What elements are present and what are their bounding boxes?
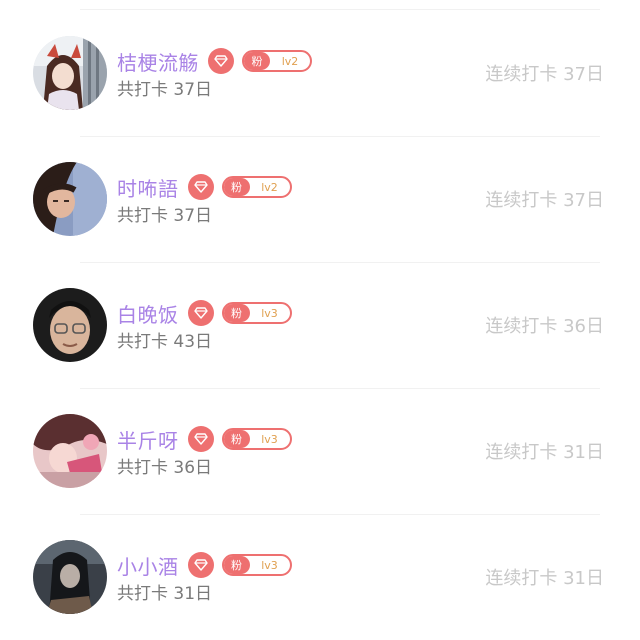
total-checkin: 共打卡 31日 (117, 584, 213, 604)
fan-level: lv3 (261, 558, 278, 572)
streak-checkin: 连续打卡 31日 (485, 442, 604, 463)
user-name[interactable]: 小小酒 (117, 551, 179, 580)
user-name[interactable]: 桔梗流觞 (117, 47, 199, 76)
name-line: 时咘語 粉 lv2 (117, 172, 292, 202)
streak-checkin: 连续打卡 37日 (485, 64, 604, 85)
avatar[interactable] (33, 540, 107, 614)
fan-badge: 粉 lv2 (221, 176, 292, 198)
name-line: 桔梗流觞 粉 lv2 (117, 46, 312, 76)
name-line: 半斤呀 粉 lv3 (117, 424, 292, 454)
user-name[interactable]: 半斤呀 (117, 425, 179, 454)
total-checkin: 共打卡 43日 (117, 332, 213, 352)
fan-label: 粉 (244, 52, 270, 70)
list-item[interactable]: 桔梗流觞 粉 lv2 共打卡 37日 连续打卡 37日 (0, 10, 640, 136)
streak-checkin: 连续打卡 36日 (485, 316, 604, 337)
name-line: 白晚饭 粉 lv3 (117, 298, 292, 328)
diamond-icon (187, 426, 214, 452)
fan-level: lv3 (261, 306, 278, 320)
fan-label: 粉 (223, 556, 250, 574)
total-checkin: 共打卡 36日 (117, 458, 213, 478)
streak-checkin: 连续打卡 31日 (485, 568, 604, 589)
diamond-icon (208, 48, 234, 74)
avatar[interactable] (33, 36, 107, 110)
user-name[interactable]: 时咘語 (117, 173, 179, 202)
diamond-icon (187, 300, 214, 326)
user-name[interactable]: 白晚饭 (117, 299, 179, 328)
fan-badge: 粉 lv3 (221, 554, 292, 576)
fan-label: 粉 (223, 304, 250, 322)
fan-badge: 粉 lv2 (242, 50, 312, 72)
fan-label: 粉 (223, 430, 250, 448)
avatar[interactable] (33, 288, 107, 362)
diamond-icon (187, 174, 214, 200)
list-item[interactable]: 白晚饭 粉 lv3 共打卡 43日 连续打卡 36日 (0, 262, 640, 388)
diamond-icon (187, 552, 214, 578)
fan-label: 粉 (223, 178, 250, 196)
fan-level: lv2 (261, 180, 278, 194)
checkin-leaderboard-list: 桔梗流觞 粉 lv2 共打卡 37日 连续打卡 37日 时咘語 粉 lv2 共打… (0, 0, 640, 630)
list-item[interactable]: 小小酒 粉 lv3 共打卡 31日 连续打卡 31日 (0, 514, 640, 640)
avatar[interactable] (33, 414, 107, 488)
fan-level: lv2 (281, 54, 299, 68)
list-item[interactable]: 半斤呀 粉 lv3 共打卡 36日 连续打卡 31日 (0, 388, 640, 514)
fan-badge: 粉 lv3 (221, 302, 292, 324)
total-checkin: 共打卡 37日 (117, 80, 213, 100)
list-item[interactable]: 时咘語 粉 lv2 共打卡 37日 连续打卡 37日 (0, 136, 640, 262)
name-line: 小小酒 粉 lv3 (117, 550, 292, 580)
fan-badge: 粉 lv3 (221, 428, 292, 450)
streak-checkin: 连续打卡 37日 (485, 190, 604, 211)
total-checkin: 共打卡 37日 (117, 206, 213, 226)
fan-level: lv3 (261, 432, 278, 446)
avatar[interactable] (33, 162, 107, 236)
